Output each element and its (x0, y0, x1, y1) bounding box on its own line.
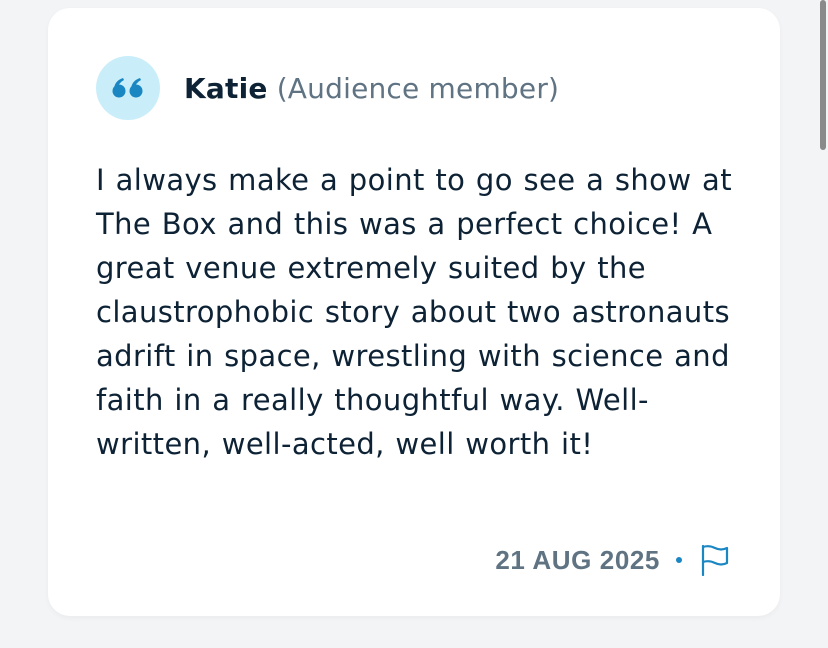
flag-icon (701, 544, 729, 576)
review-text: I always make a point to go see a show a… (96, 163, 732, 461)
author-name: Katie (184, 71, 268, 105)
author-role: (Audience member) (276, 71, 560, 105)
avatar (96, 56, 160, 120)
review-footer: 21 AUG 2025 (495, 538, 732, 582)
report-button[interactable] (698, 543, 732, 577)
quote-icon (112, 78, 143, 98)
author-line: Katie (Audience member) (184, 72, 559, 105)
review-header: Katie (Audience member) (96, 56, 559, 120)
separator-dot (676, 557, 682, 563)
review-card: Katie (Audience member) I always make a … (48, 8, 780, 616)
scrollbar[interactable] (820, 0, 826, 150)
review-date: 21 AUG 2025 (495, 544, 660, 575)
